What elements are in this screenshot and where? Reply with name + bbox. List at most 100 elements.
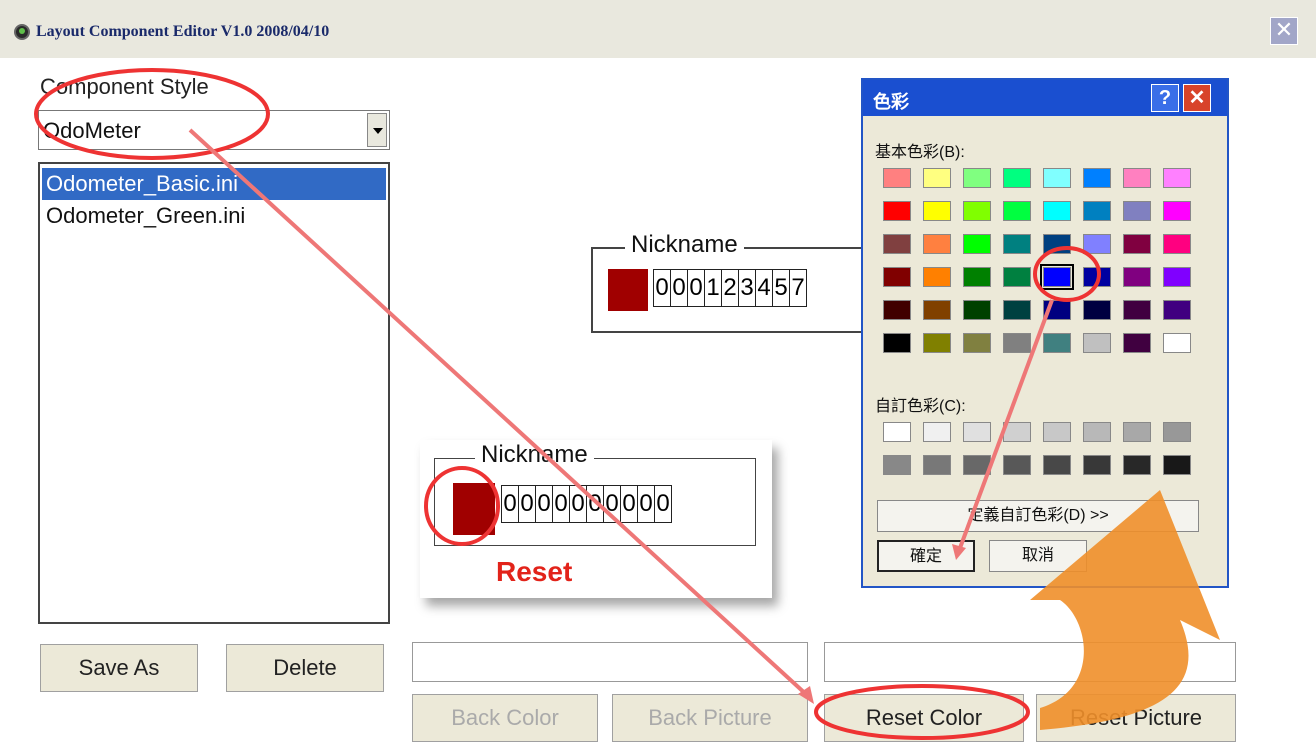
color-swatch[interactable] — [923, 333, 951, 353]
back-color-button[interactable]: Back Color — [412, 694, 598, 742]
odometer-digit: 0 — [535, 486, 552, 522]
color-swatch[interactable] — [1163, 300, 1191, 320]
color-swatch[interactable] — [923, 168, 951, 188]
color-swatch[interactable] — [1123, 201, 1151, 221]
color-swatch[interactable] — [1043, 455, 1071, 475]
color-swatch[interactable] — [1083, 333, 1111, 353]
delete-button[interactable]: Delete — [226, 644, 384, 692]
color-swatch[interactable] — [883, 455, 911, 475]
reset-picture-button[interactable]: Reset Picture — [1036, 694, 1236, 742]
color-swatch[interactable] — [883, 168, 911, 188]
color-swatch[interactable] — [1123, 168, 1151, 188]
color-swatch[interactable] — [883, 422, 911, 442]
color-swatch[interactable] — [963, 234, 991, 254]
color-swatch[interactable] — [1003, 300, 1031, 320]
color-swatch[interactable] — [883, 300, 911, 320]
window-title: Layout Component Editor V1.0 2008/04/10 — [36, 23, 330, 40]
back-picture-button[interactable]: Back Picture — [612, 694, 808, 742]
color-swatch[interactable] — [1083, 300, 1111, 320]
color-swatch[interactable] — [963, 455, 991, 475]
color-swatch[interactable] — [1123, 267, 1151, 287]
odometer-digit: 0 — [569, 486, 586, 522]
color-swatch[interactable] — [1123, 422, 1151, 442]
color-swatch[interactable] — [923, 300, 951, 320]
color-swatch[interactable] — [883, 234, 911, 254]
odometer-digit: 0 — [670, 270, 687, 306]
color-swatch[interactable] — [1003, 333, 1031, 353]
color-swatch[interactable] — [1043, 333, 1071, 353]
close-window-button[interactable]: ✕ — [1270, 17, 1298, 45]
color-swatch[interactable] — [883, 333, 911, 353]
color-swatch[interactable] — [1163, 422, 1191, 442]
color-swatch[interactable] — [1083, 455, 1111, 475]
save-as-button[interactable]: Save As — [40, 644, 198, 692]
list-item[interactable]: Odometer_Green.ini — [42, 200, 386, 232]
cancel-button[interactable]: 取消 — [989, 540, 1087, 572]
color-swatch[interactable] — [1163, 455, 1191, 475]
color-swatch[interactable] — [1163, 168, 1191, 188]
dialog-close-button[interactable]: ✕ — [1183, 84, 1211, 112]
color-swatch[interactable] — [923, 201, 951, 221]
color-swatch[interactable] — [1003, 168, 1031, 188]
nickname-label: Nickname — [475, 441, 594, 469]
layout-file-list[interactable]: Odometer_Basic.ini Odometer_Green.ini — [38, 162, 390, 624]
color-swatch[interactable] — [963, 201, 991, 221]
list-item[interactable]: Odometer_Basic.ini — [42, 168, 386, 200]
color-swatch[interactable] — [1083, 201, 1111, 221]
color-swatch[interactable] — [963, 422, 991, 442]
color-swatch[interactable] — [1123, 455, 1151, 475]
app-window: Layout Component Editor V1.0 2008/04/10 … — [0, 0, 1316, 742]
chevron-down-icon[interactable] — [367, 113, 387, 147]
color-swatch[interactable] — [1083, 234, 1111, 254]
color-swatch[interactable] — [1040, 264, 1074, 290]
odometer-digit: 0 — [503, 490, 517, 517]
color-swatch[interactable] — [1163, 234, 1191, 254]
odometer-digit: 2 — [721, 270, 738, 306]
color-swatch[interactable] — [883, 267, 911, 287]
color-swatch[interactable] — [923, 455, 951, 475]
color-swatch[interactable] — [1083, 267, 1111, 287]
dialog-title-bar: 色彩 ? ✕ — [863, 80, 1227, 116]
color-swatch[interactable] — [963, 267, 991, 287]
color-swatch[interactable] — [1043, 300, 1071, 320]
title-bar: Layout Component Editor V1.0 2008/04/10 … — [0, 0, 1316, 58]
color-swatch[interactable] — [963, 300, 991, 320]
color-swatch[interactable] — [1003, 267, 1031, 287]
color-swatch[interactable] — [1163, 267, 1191, 287]
color-swatch[interactable] — [1003, 422, 1031, 442]
color-swatch[interactable] — [1083, 168, 1111, 188]
dialog-title: 色彩 — [873, 92, 909, 112]
ok-button[interactable]: 確定 — [877, 540, 975, 572]
color-swatch[interactable] — [1003, 455, 1031, 475]
color-swatch[interactable] — [1043, 234, 1071, 254]
color-swatch[interactable] — [963, 168, 991, 188]
color-swatch[interactable] — [608, 269, 648, 311]
back-color-field[interactable] — [412, 642, 808, 682]
color-swatch[interactable] — [923, 267, 951, 287]
color-swatch[interactable] — [1003, 201, 1031, 221]
define-custom-colors-button[interactable]: 定義自訂色彩(D) >> — [877, 500, 1199, 532]
color-swatch[interactable] — [1003, 234, 1031, 254]
color-swatch[interactable] — [1083, 422, 1111, 442]
color-swatch[interactable] — [1123, 234, 1151, 254]
color-swatch[interactable] — [1043, 168, 1071, 188]
component-style-label: Component Style — [40, 74, 209, 99]
color-swatch[interactable] — [963, 333, 991, 353]
component-style-dropdown[interactable]: OdoMeter — [38, 110, 390, 150]
reset-color-button[interactable]: Reset Color — [824, 694, 1024, 742]
color-swatch[interactable] — [1123, 333, 1151, 353]
odometer-digit: 0 — [655, 274, 669, 301]
help-button[interactable]: ? — [1151, 84, 1179, 112]
preview-groupbox: Nickname 000123457 — [591, 231, 871, 333]
color-swatch[interactable] — [923, 422, 951, 442]
color-swatch[interactable] — [1163, 201, 1191, 221]
color-swatch[interactable] — [1043, 201, 1071, 221]
odometer-digit: 5 — [772, 270, 789, 306]
color-swatch[interactable] — [883, 201, 911, 221]
color-swatch[interactable] — [923, 234, 951, 254]
reset-color-field[interactable] — [824, 642, 1236, 682]
color-swatch[interactable] — [1163, 333, 1191, 353]
color-swatch[interactable] — [1043, 422, 1071, 442]
odometer-digit: 3 — [738, 270, 755, 306]
color-swatch[interactable] — [1123, 300, 1151, 320]
